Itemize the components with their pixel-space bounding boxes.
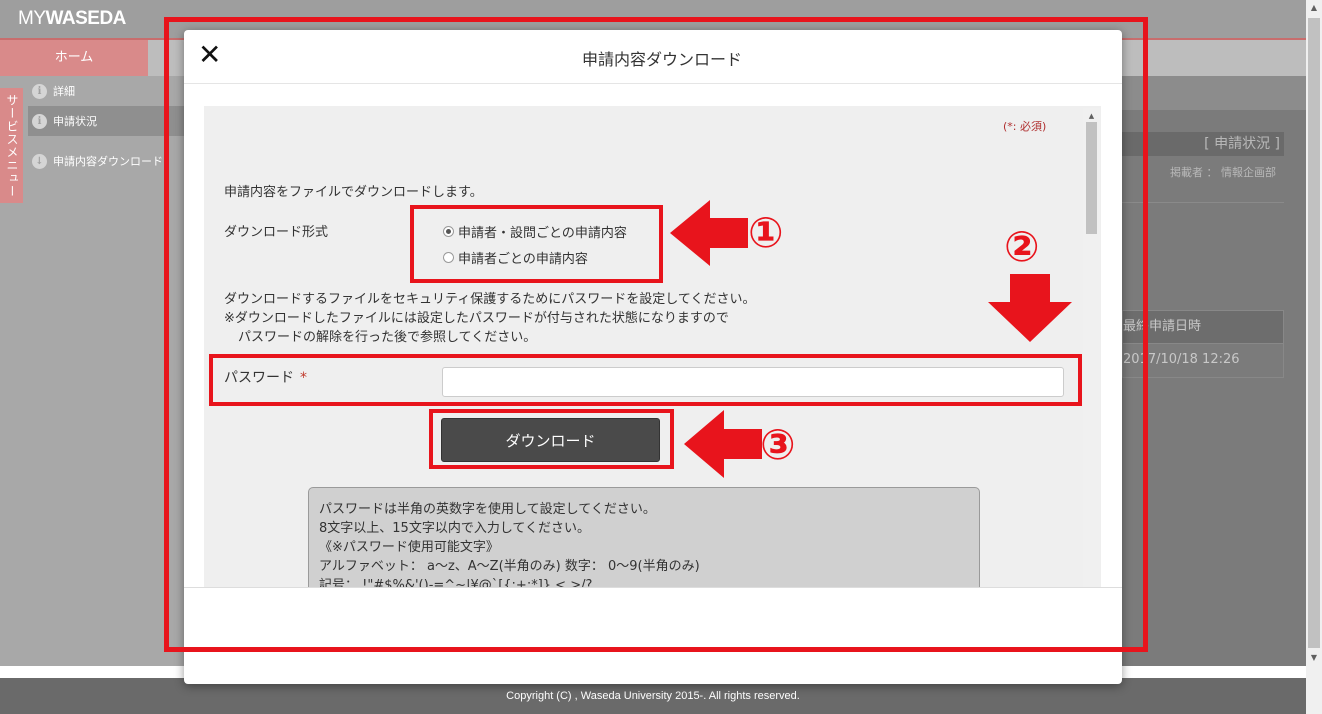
scroll-down-icon[interactable]: ▼ <box>1306 650 1322 666</box>
annotation-box-password <box>209 354 1082 406</box>
main-content-right <box>1122 110 1306 666</box>
window-scrollbar[interactable]: ▲ ▼ <box>1306 0 1322 714</box>
service-menu-tab[interactable]: サービスメニュー <box>0 88 23 203</box>
annotation-box-download <box>429 409 674 469</box>
marker-2: ② <box>1004 222 1040 271</box>
sidebar-item-status[interactable]: i 申請状況 <box>32 110 97 132</box>
logo[interactable]: MYWASEDA <box>18 8 126 30</box>
info-icon: i <box>32 113 47 129</box>
nav-home-tab[interactable]: ホーム <box>0 40 148 76</box>
poster-text: 掲載者 ： 情報企画部 <box>1170 166 1276 179</box>
sidebar-item-label: 申請内容ダウンロード <box>53 155 163 168</box>
sidebar-item-label: 詳細 <box>53 85 75 98</box>
annotation-box-format <box>410 205 663 283</box>
info-icon: i <box>32 83 47 99</box>
scrollbar-thumb[interactable] <box>1308 18 1320 648</box>
sidebar-item-download[interactable]: ↓ 申請内容ダウンロード <box>32 150 163 172</box>
marker-1: ① <box>748 208 784 257</box>
arrow-left-icon <box>684 410 762 478</box>
sidebar-item-label: 申請状況 <box>53 115 97 128</box>
scroll-up-icon[interactable]: ▲ <box>1306 0 1322 16</box>
marker-3: ③ <box>760 420 796 469</box>
background-strip <box>1122 76 1306 110</box>
arrow-down-icon <box>988 274 1072 342</box>
arrow-left-icon <box>670 200 748 266</box>
download-icon: ↓ <box>32 153 47 169</box>
sidebar-item-detail[interactable]: i 詳細 <box>32 80 75 102</box>
